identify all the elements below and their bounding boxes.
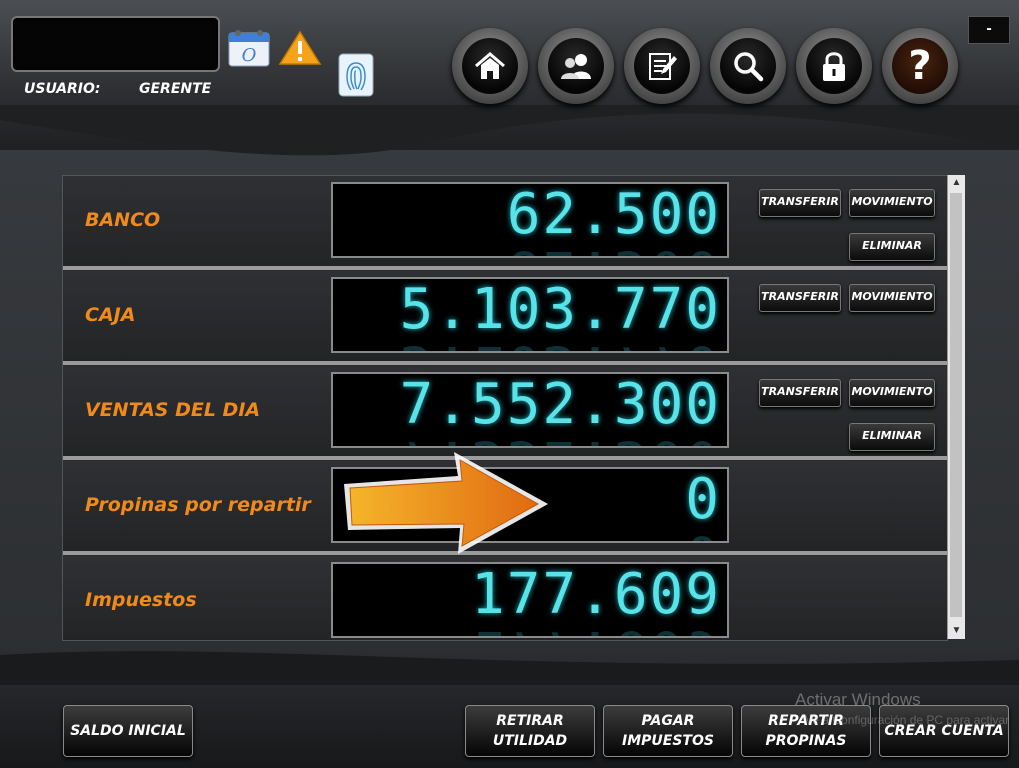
saldo-inicial-button[interactable]: SALDO INICIAL: [63, 705, 193, 757]
top-wave-decoration: [0, 105, 1019, 156]
user-name-display: [11, 16, 220, 72]
scroll-down-arrow-icon[interactable]: ▼: [948, 623, 965, 639]
movement-button[interactable]: MOVIMIENTO: [849, 284, 935, 312]
accounts-panel: BANCO 62.500 62.500 TRANSFERIR MOVIMIENT…: [62, 175, 948, 641]
retirar-utilidad-button[interactable]: RETIRAR UTILIDAD: [465, 705, 595, 757]
vertical-scrollbar[interactable]: ▲ ▼: [947, 175, 965, 639]
account-value-reflection: 7.552.300: [400, 428, 721, 446]
movement-button[interactable]: MOVIMIENTO: [849, 189, 935, 217]
bottom-wave-decoration: [0, 651, 1019, 685]
windows-activation-watermark-sub: Ve a Configuración de PC para activar: [805, 713, 1010, 727]
account-value-reflection: 177.609: [471, 618, 721, 636]
account-value-reflection: 0: [685, 523, 721, 541]
user-label: USUARIO:: [24, 81, 101, 97]
warning-icon[interactable]: [278, 30, 322, 66]
account-value-display: 62.500 62.500: [331, 182, 729, 258]
delete-button[interactable]: ELIMINAR: [849, 233, 935, 261]
user-value: GERENTE: [139, 81, 212, 97]
account-row-caja: CAJA 5.103.770 5.103.770 TRANSFERIR MOVI…: [63, 271, 947, 365]
account-label: Propinas por repartir: [85, 494, 311, 516]
calendar-icon[interactable]: O: [228, 29, 270, 67]
account-label: VENTAS DEL DIA: [85, 399, 261, 421]
account-value-reflection: 62.500: [507, 238, 721, 256]
transfer-button[interactable]: TRANSFERIR: [759, 284, 841, 312]
retirar-line1: RETIRAR: [496, 713, 564, 729]
arrow-pointer-icon: [344, 452, 548, 554]
scrollbar-thumb[interactable]: [950, 193, 962, 617]
repartir-line2: PROPINAS: [765, 733, 847, 749]
help-icon: ?: [908, 43, 932, 89]
pagar-impuestos-button[interactable]: PAGAR IMPUESTOS: [603, 705, 733, 757]
account-value-display: 5.103.770 5.103.770: [331, 277, 729, 353]
pagar-line1: PAGAR: [641, 713, 695, 729]
notes-edit-button[interactable]: [624, 28, 700, 104]
retirar-line2: UTILIDAD: [492, 733, 568, 749]
minimize-button[interactable]: -: [968, 16, 1010, 44]
svg-text:O: O: [242, 45, 257, 66]
search-button[interactable]: [710, 28, 786, 104]
account-label: BANCO: [85, 209, 161, 231]
delete-button[interactable]: ELIMINAR: [849, 423, 935, 451]
pagar-line2: IMPUESTOS: [622, 733, 714, 749]
saldo-inicial-label: SALDO INICIAL: [70, 723, 186, 739]
notes-edit-icon: [649, 53, 677, 80]
users-icon: [561, 54, 591, 79]
account-value-reflection: 5.103.770: [400, 333, 721, 351]
scroll-up-arrow-icon[interactable]: ▲: [948, 175, 965, 191]
windows-activation-watermark: Activar Windows: [795, 690, 921, 709]
account-value-display: 7.552.300 7.552.300: [331, 372, 729, 448]
transfer-button[interactable]: TRANSFERIR: [759, 189, 841, 217]
users-button[interactable]: [538, 28, 614, 104]
help-button[interactable]: ?: [882, 28, 958, 104]
lock-icon: [823, 52, 845, 81]
lock-button[interactable]: [796, 28, 872, 104]
transfer-button[interactable]: TRANSFERIR: [759, 379, 841, 407]
account-value-display: 177.609 177.609: [331, 562, 729, 638]
home-button[interactable]: [452, 28, 528, 104]
account-row-impuestos: Impuestos 177.609 177.609: [63, 556, 947, 640]
account-label: Impuestos: [85, 589, 197, 611]
fingerprint-icon[interactable]: [338, 53, 374, 97]
account-row-banco: BANCO 62.500 62.500 TRANSFERIR MOVIMIENT…: [63, 176, 947, 270]
account-label: CAJA: [85, 304, 136, 326]
search-icon: [734, 52, 764, 82]
home-icon: [475, 52, 505, 79]
movement-button[interactable]: MOVIMIENTO: [849, 379, 935, 407]
